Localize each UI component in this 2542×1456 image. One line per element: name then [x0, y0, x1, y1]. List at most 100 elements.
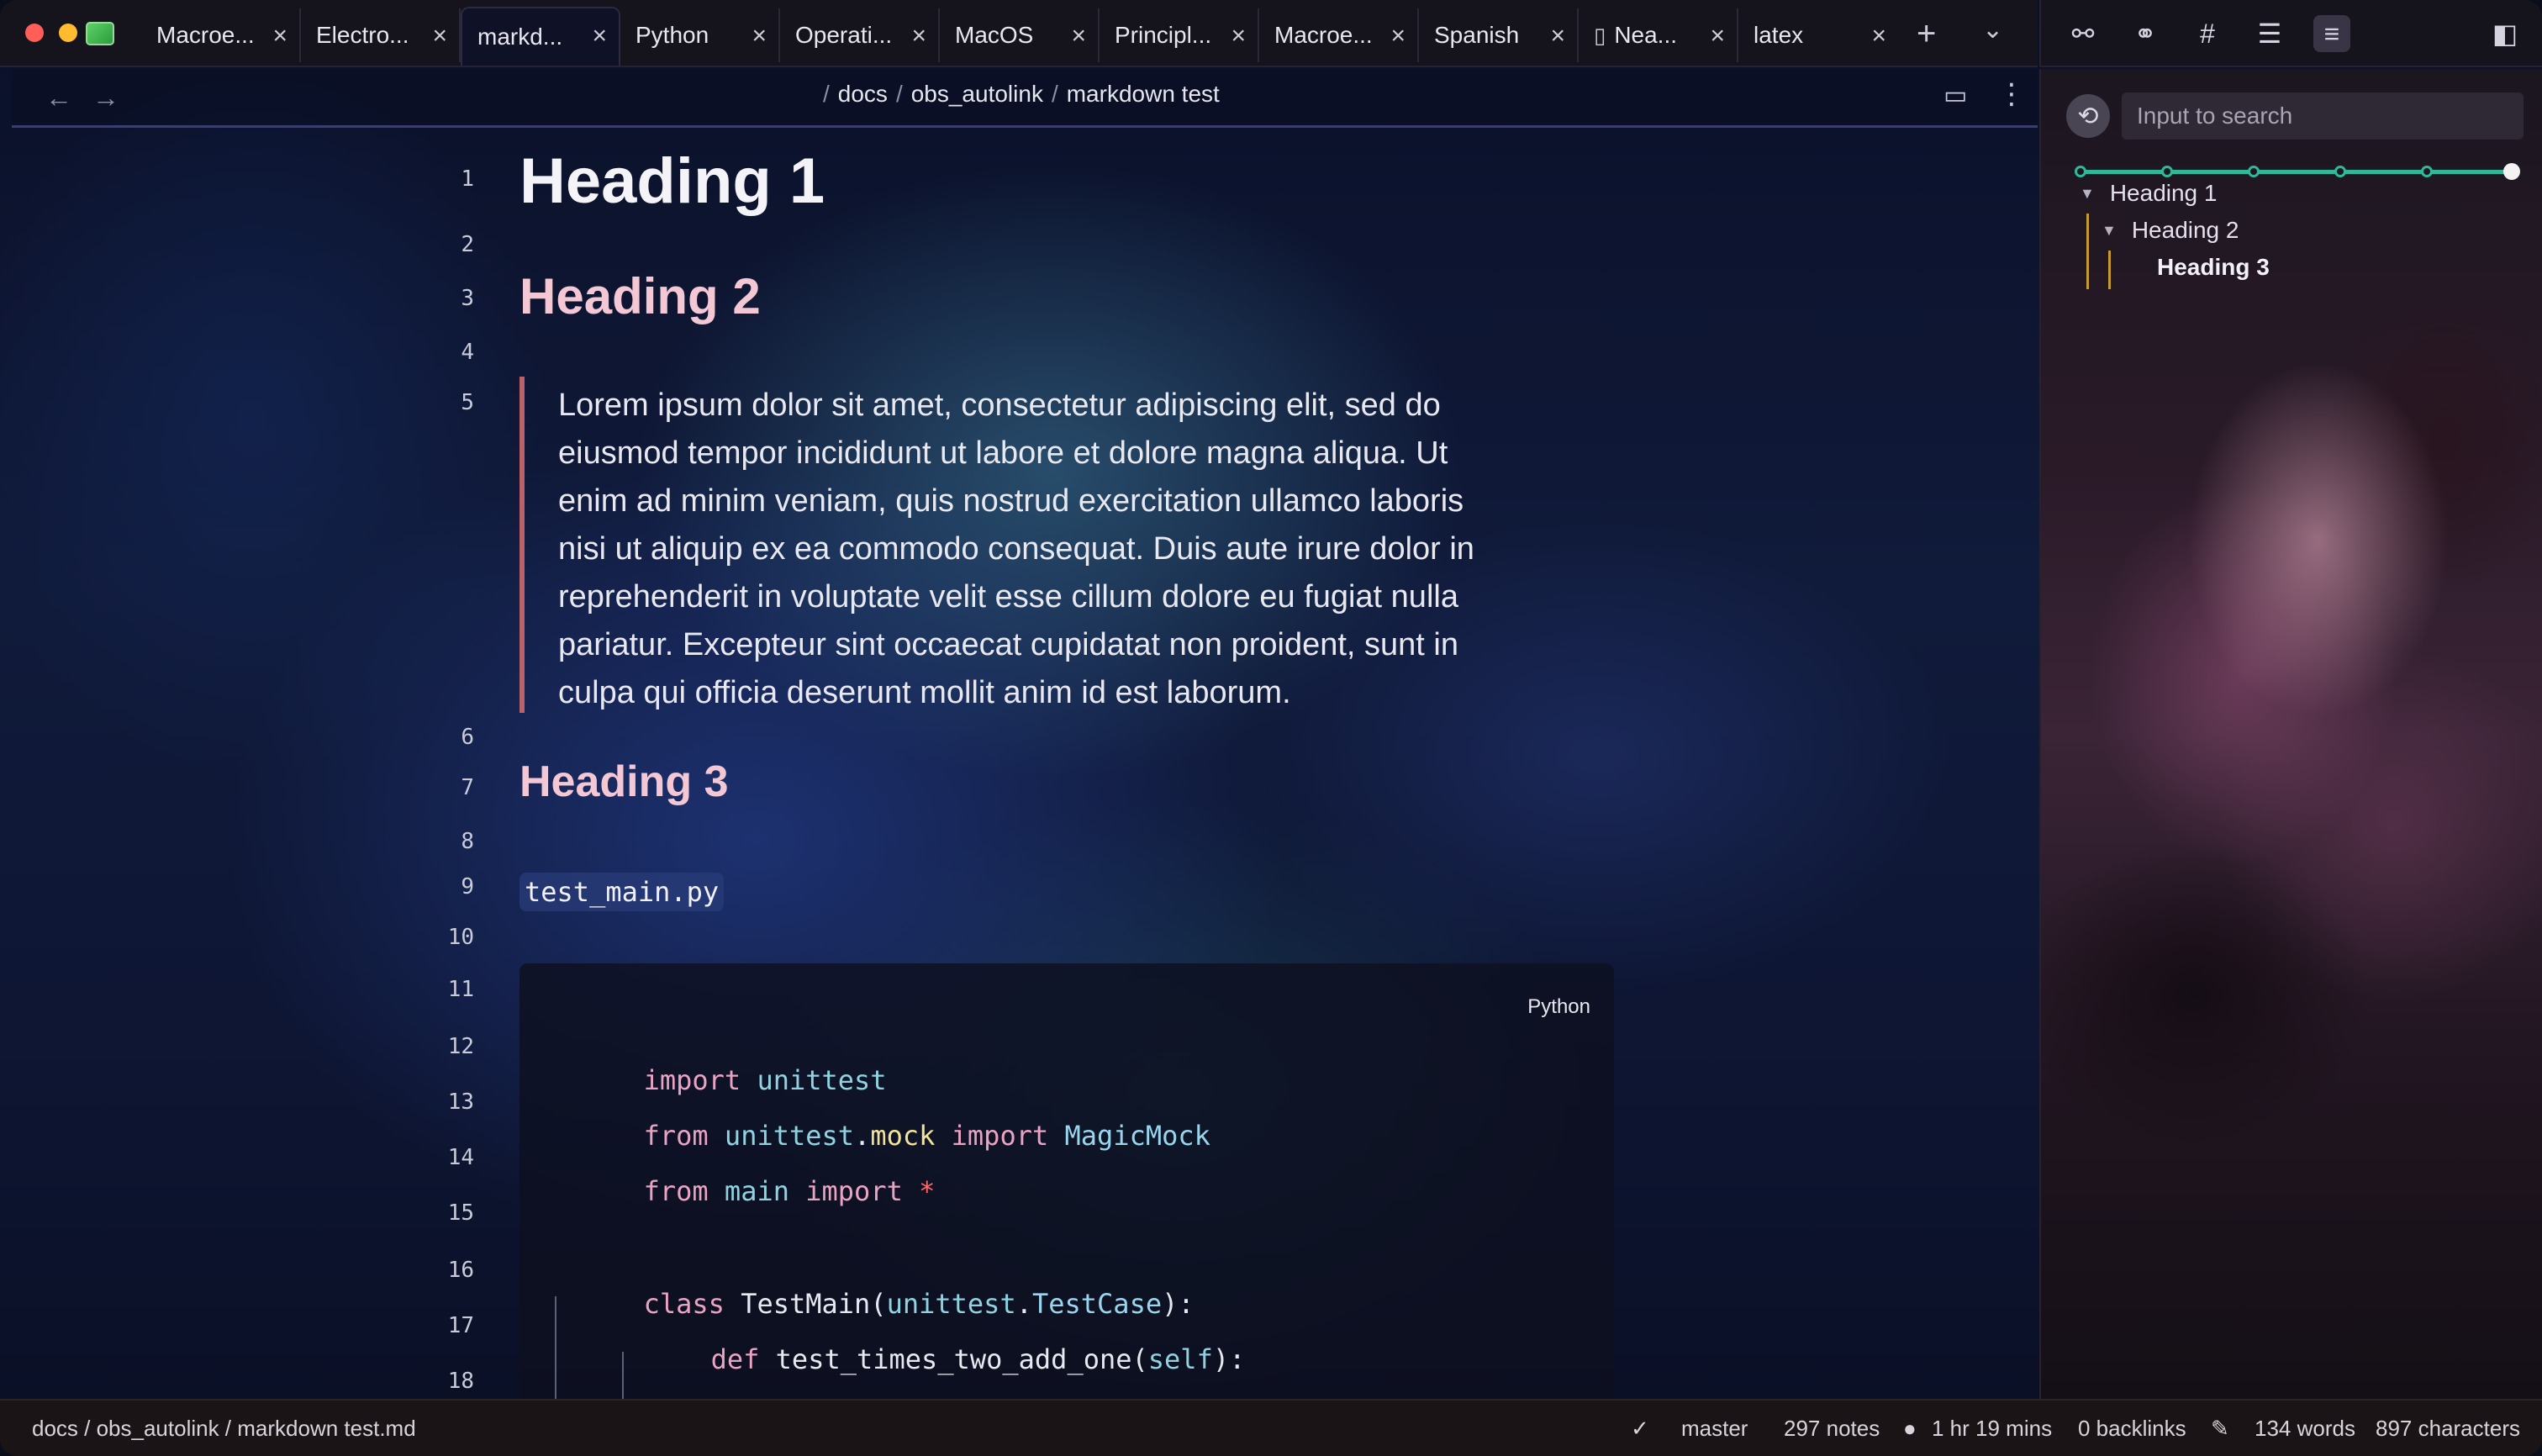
indent-guide	[622, 1352, 624, 1406]
outline-sidebar: ⟲ ▼ Heading 1 ▼ Heading 2 Heading 3	[2039, 69, 2542, 1399]
tab[interactable]: Python ×	[620, 8, 780, 62]
outline-search-input[interactable]	[2122, 92, 2524, 140]
caret-down-icon[interactable]: ▼	[2080, 185, 2095, 203]
tab[interactable]: Macroe... ×	[1259, 8, 1419, 62]
outline-icon[interactable]: ≡	[2313, 15, 2350, 52]
outgoing-link-icon[interactable]: ⚭	[2127, 15, 2164, 52]
line-number: 17	[447, 1313, 474, 1338]
tab[interactable]: latex ×	[1738, 8, 1898, 62]
outline-item-label: Heading 2	[2131, 217, 2239, 243]
slider-step[interactable]	[2334, 166, 2346, 177]
minimize-window-button[interactable]	[59, 24, 77, 42]
blockquote-line: eiusmod tempor incididunt ut labore et d…	[558, 435, 1448, 471]
tab[interactable]: Operati... ×	[780, 8, 940, 62]
breadcrumb: / docs / obs_autolink / markdown test	[823, 81, 1220, 108]
outline-item-heading-2[interactable]: ▼ Heading 2	[2102, 217, 2239, 244]
app-window: Macroe... × Electro... × markd... × Pyth…	[0, 0, 2542, 1456]
chevron-down-icon[interactable]: ⌄	[1982, 15, 2003, 45]
blockquote-line: enim ad minim veniam, quis nostrud exerc…	[558, 483, 1464, 519]
close-window-button[interactable]	[25, 24, 44, 42]
breadcrumb-separator: /	[1051, 81, 1058, 107]
outline-guide-line	[2108, 251, 2111, 289]
history-icon[interactable]: ⟲	[2066, 94, 2110, 138]
heading-1[interactable]: Heading 1	[519, 145, 825, 218]
slider-step[interactable]	[2248, 166, 2260, 177]
code-token: *	[919, 1175, 936, 1207]
breadcrumb-item[interactable]: docs	[838, 81, 888, 108]
status-bar: docs / obs_autolink / markdown test.md ✓…	[0, 1399, 2542, 1456]
heading-2[interactable]: Heading 2	[519, 267, 761, 325]
backlink-count[interactable]: 0 backlinks	[2078, 1416, 2186, 1442]
slider-step[interactable]	[2075, 166, 2086, 177]
code-language-label: Python	[1527, 995, 1590, 1018]
tab[interactable]: ▯ Nea... ×	[1579, 8, 1738, 62]
close-icon[interactable]: ×	[1550, 22, 1565, 50]
tab-label: latex	[1754, 22, 1804, 48]
outline-item-heading-3[interactable]: Heading 3	[2157, 254, 2270, 281]
close-icon[interactable]: ×	[1871, 22, 1886, 50]
pencil-icon[interactable]: ✎	[2211, 1416, 2229, 1442]
forward-arrow-icon[interactable]: →	[92, 82, 119, 113]
book-icon[interactable]: ▭	[1943, 81, 1967, 110]
tab-label: Spanish	[1434, 22, 1520, 48]
blockquote-line: culpa qui officia deserunt mollit anim i…	[558, 675, 1291, 710]
line-number: 10	[447, 925, 474, 950]
close-icon[interactable]: ×	[1071, 22, 1086, 50]
close-icon[interactable]: ×	[272, 22, 287, 50]
breadcrumb-item[interactable]: obs_autolink	[911, 81, 1043, 108]
line-number: 9	[461, 874, 474, 899]
tab[interactable]: Spanish ×	[1419, 8, 1579, 62]
tab[interactable]: Macroe... ×	[141, 8, 301, 62]
tab-active[interactable]: markd... ×	[461, 7, 620, 66]
editor-header: ← → / docs / obs_autolink / markdown tes…	[12, 69, 2038, 128]
code-token: from	[643, 1175, 709, 1207]
blockquote[interactable]: Lorem ipsum dolor sit amet, consectetur …	[519, 377, 1612, 713]
line-number: 2	[461, 232, 474, 257]
close-icon[interactable]: ×	[432, 22, 447, 50]
close-icon[interactable]: ×	[1390, 22, 1405, 50]
close-icon[interactable]: ×	[1710, 22, 1725, 50]
git-branch[interactable]: master	[1681, 1416, 1748, 1442]
line-number: 13	[447, 1089, 474, 1115]
slider-step[interactable]	[2161, 166, 2173, 177]
tab[interactable]: MacOS ×	[940, 8, 1100, 62]
file-path[interactable]: docs / obs_autolink / markdown test.md	[32, 1416, 416, 1442]
line-number: 1	[461, 166, 474, 192]
caret-down-icon[interactable]: ▼	[2102, 222, 2117, 240]
tab-label: Principl...	[1115, 22, 1212, 48]
app-icon[interactable]	[86, 22, 114, 45]
word-count: 134 words	[2255, 1416, 2355, 1441]
breadcrumb-item[interactable]: markdown test	[1067, 81, 1220, 108]
heading-level-slider[interactable]	[2075, 163, 2520, 180]
sidebar-toggle-icon[interactable]: ◧	[2487, 15, 2524, 52]
heading-3[interactable]: Heading 3	[519, 757, 729, 807]
close-icon[interactable]: ×	[1231, 22, 1246, 50]
slider-thumb[interactable]	[2503, 163, 2520, 180]
code-block[interactable]: Python import unittest from unittest.moc…	[519, 963, 1614, 1431]
inline-code[interactable]: test_main.py	[519, 873, 725, 911]
close-icon[interactable]: ×	[752, 22, 767, 50]
tab-label: Nea...	[1614, 22, 1678, 48]
breadcrumb-separator: /	[895, 81, 903, 107]
outline-guide-line	[2086, 214, 2089, 289]
close-icon[interactable]: ×	[911, 22, 926, 50]
new-tab-button[interactable]: +	[1917, 15, 1936, 53]
tab[interactable]: Electro... ×	[301, 8, 461, 62]
breadcrumb-separator: /	[823, 81, 830, 107]
list-icon[interactable]: ☰	[2251, 15, 2288, 52]
close-icon[interactable]: ×	[592, 22, 607, 50]
tab-label: markd...	[477, 24, 563, 50]
outline-item-heading-1[interactable]: ▼ Heading 1	[2080, 180, 2217, 207]
line-number: 4	[461, 340, 474, 365]
tab[interactable]: Principl... ×	[1100, 8, 1259, 62]
more-options-icon[interactable]: ⋮	[1997, 77, 2026, 111]
outline-item-label: Heading 3	[2157, 254, 2270, 280]
outline-item-label: Heading 1	[2109, 180, 2218, 206]
back-arrow-icon[interactable]: ←	[45, 82, 72, 113]
line-number: 7	[461, 775, 474, 800]
backlink-icon[interactable]: ⚯	[2065, 15, 2102, 52]
slider-step[interactable]	[2421, 166, 2433, 177]
line-number: 18	[447, 1369, 474, 1394]
tag-icon[interactable]: #	[2189, 15, 2226, 52]
tab-label: Electro...	[316, 22, 409, 48]
